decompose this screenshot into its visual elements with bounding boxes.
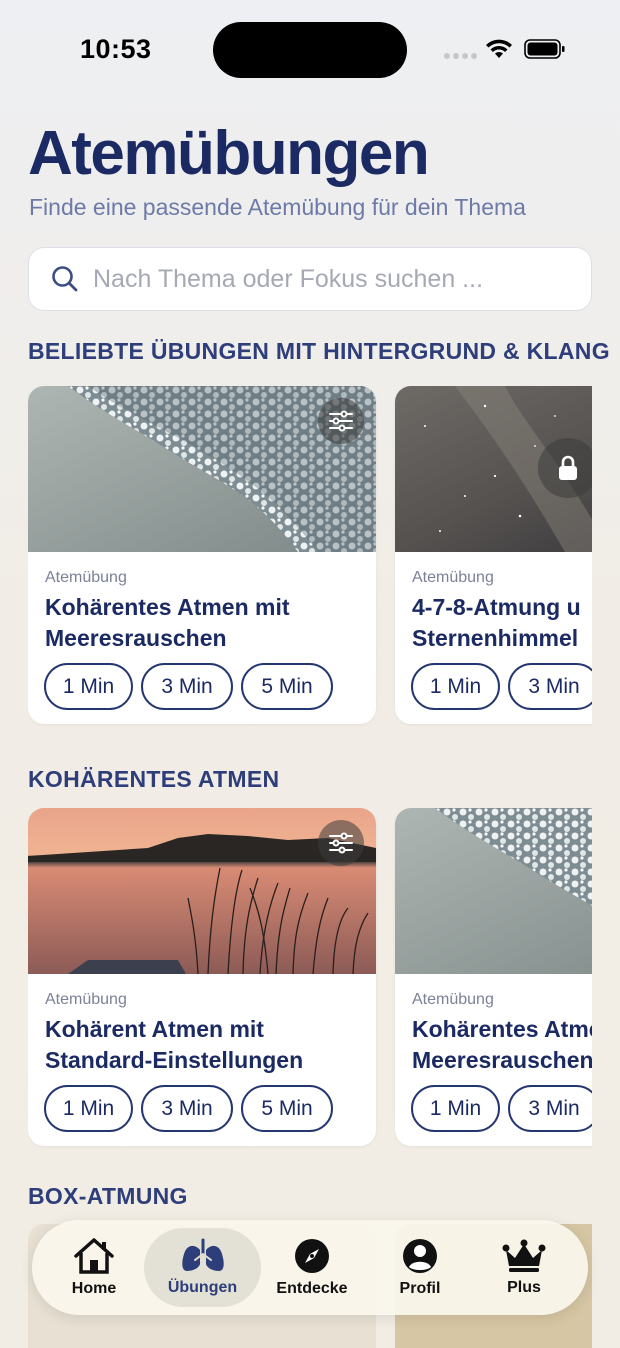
search-icon <box>52 266 78 292</box>
tab-label: Home <box>71 1280 117 1297</box>
duration-3-min-button[interactable]: 3 Min <box>141 1085 233 1132</box>
exercise-card[interactable]: Atemübung 4-7-8-Atmung u Sternenhimmel 1… <box>395 386 592 724</box>
status-bar: 10:53 <box>0 0 620 100</box>
tab-label: Plus <box>507 1279 541 1296</box>
page-subtitle: Finde eine passende Atemübung für dein T… <box>29 194 526 220</box>
card-kicker: Atemübung <box>45 569 127 586</box>
profile-icon <box>403 1239 437 1273</box>
duration-options: 1 Min 3 Min 5 Min <box>44 663 333 710</box>
home-icon <box>74 1238 114 1274</box>
section-title-popular: BELIEBTE ÜBUNGEN MIT HINTERGRUND & KLANG <box>28 338 610 364</box>
lock-icon[interactable] <box>538 438 592 498</box>
card-row-coherent[interactable]: Atemübung Kohärent Atmen mit Standard-Ei… <box>28 808 592 1150</box>
duration-1-min-button[interactable]: 1 Min <box>44 663 133 710</box>
tab-label: Entdecke <box>276 1280 348 1297</box>
duration-3-min-button[interactable]: 3 Min <box>508 1085 592 1132</box>
tab-label: Übungen <box>167 1279 238 1296</box>
tab-label: Profil <box>399 1280 441 1297</box>
search-bar[interactable] <box>28 247 592 311</box>
card-title: Kohärentes Atme Meeresrauschen <box>412 1016 592 1073</box>
tab-plus[interactable]: Plus <box>474 1228 574 1307</box>
compass-icon <box>295 1239 329 1273</box>
ocean-waves-image <box>395 808 592 974</box>
card-kicker: Atemübung <box>412 569 494 586</box>
card-row-popular[interactable]: Atemübung Kohärentes Atmen mit Meeresrau… <box>28 386 592 728</box>
duration-1-min-button[interactable]: 1 Min <box>44 1085 133 1132</box>
cellular-signal-icon <box>444 53 477 59</box>
duration-1-min-button[interactable]: 1 Min <box>411 663 500 710</box>
duration-5-min-button[interactable]: 5 Min <box>241 663 333 710</box>
card-title: Kohärentes Atmen mit Meeresrauschen <box>45 594 290 651</box>
page-title: Atemübungen <box>28 119 430 188</box>
card-title: 4-7-8-Atmung u Sternenhimmel <box>412 594 581 651</box>
exercise-card[interactable]: Atemübung Kohärent Atmen mit Standard-Ei… <box>28 808 376 1146</box>
dynamic-island <box>213 22 407 78</box>
card-kicker: Atemübung <box>45 991 127 1008</box>
tab-bar: Home Übungen Entdecke Profil Plus <box>32 1220 588 1315</box>
sliders-icon[interactable] <box>318 398 364 444</box>
duration-3-min-button[interactable]: 3 Min <box>141 663 233 710</box>
tab-profile[interactable]: Profil <box>370 1228 470 1307</box>
duration-options: 1 Min 3 Min 5 Min <box>44 1085 333 1132</box>
duration-options: 1 Min 3 Min <box>411 1085 592 1132</box>
battery-icon <box>524 39 565 59</box>
tab-home[interactable]: Home <box>44 1228 144 1307</box>
section-title-box-breathing: BOX-ATMUNG <box>28 1183 188 1209</box>
tab-discover[interactable]: Entdecke <box>262 1228 362 1307</box>
duration-1-min-button[interactable]: 1 Min <box>411 1085 500 1132</box>
tab-exercises[interactable]: Übungen <box>144 1228 261 1307</box>
section-title-coherent: KOHÄRENTES ATMEN <box>28 766 280 792</box>
sliders-icon[interactable] <box>318 820 364 866</box>
status-time: 10:53 <box>80 34 152 64</box>
card-kicker: Atemübung <box>412 991 494 1008</box>
card-title: Kohärent Atmen mit Standard-Einstellunge… <box>45 1016 304 1073</box>
exercise-card[interactable]: Atemübung Kohärentes Atmen mit Meeresrau… <box>28 386 376 724</box>
crown-icon <box>502 1239 546 1272</box>
duration-3-min-button[interactable]: 3 Min <box>508 663 592 710</box>
duration-5-min-button[interactable]: 5 Min <box>241 1085 333 1132</box>
wifi-icon <box>486 39 512 58</box>
exercise-card[interactable]: Atemübung Kohärentes Atme Meeresrauschen… <box>395 808 592 1146</box>
search-input[interactable] <box>93 248 573 310</box>
lungs-icon <box>181 1238 224 1271</box>
duration-options: 1 Min 3 Min <box>411 663 592 710</box>
